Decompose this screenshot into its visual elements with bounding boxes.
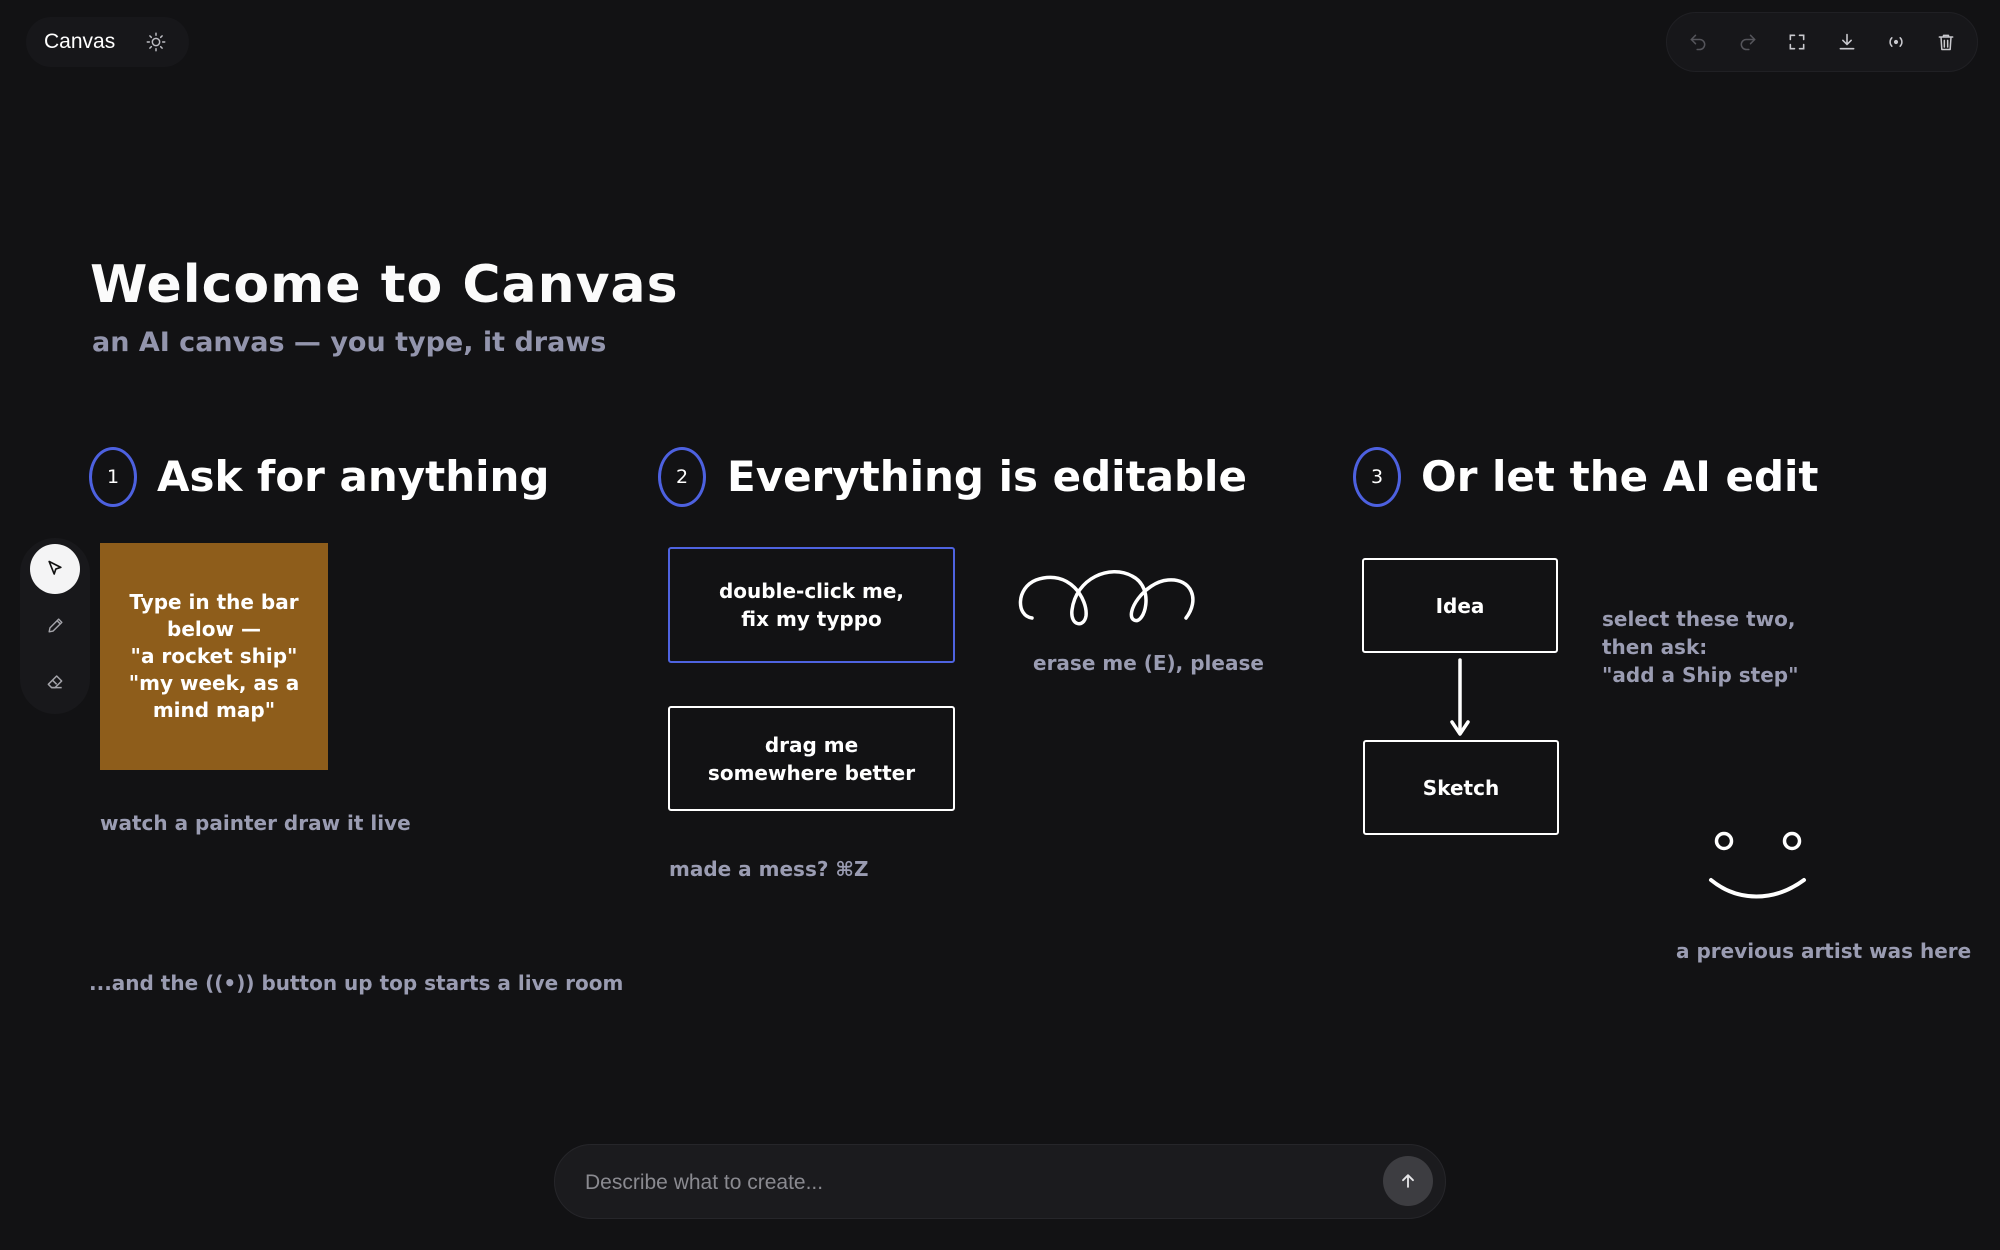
arrow-up-icon <box>1402 1174 1414 1188</box>
flow-arrow[interactable] <box>1445 658 1475 740</box>
step-1-heading[interactable]: Ask for anything <box>157 452 549 501</box>
undo-caption[interactable]: made a mess? ⌘Z <box>669 857 868 881</box>
drag-box[interactable]: drag me somewhere better <box>668 706 955 811</box>
canvas-subtitle[interactable]: an AI canvas — you type, it draws <box>92 327 606 358</box>
canvas-title[interactable]: Welcome to Canvas <box>90 255 679 315</box>
live-room-icon[interactable] <box>1878 24 1914 60</box>
sticky-note[interactable]: Type in the bar below — "a rocket ship" … <box>100 543 328 770</box>
trash-icon[interactable] <box>1928 24 1964 60</box>
painter-caption[interactable]: watch a painter draw it live <box>100 811 411 835</box>
step-2-number-circle[interactable]: 2 <box>658 447 706 507</box>
artist-caption[interactable]: a previous artist was here <box>1676 939 1971 963</box>
erase-caption[interactable]: erase me (E), please <box>1033 651 1264 675</box>
prompt-input[interactable] <box>583 1145 1347 1220</box>
select-cursor-icon[interactable] <box>30 544 80 594</box>
step-1-number: 1 <box>106 466 120 488</box>
top-toolbar <box>1666 12 1978 72</box>
eraser-icon[interactable] <box>30 656 80 706</box>
step-3-heading[interactable]: Or let the AI edit <box>1421 452 1818 501</box>
ai-instruction[interactable]: select these two, then ask: "add a Ship … <box>1602 605 1799 689</box>
smiley-drawing[interactable] <box>1702 822 1812 902</box>
tool-rail <box>20 538 90 714</box>
send-button[interactable] <box>1383 1156 1433 1206</box>
flow-node-sketch[interactable]: Sketch <box>1363 740 1559 835</box>
pencil-icon[interactable] <box>30 600 80 650</box>
flow-node-idea[interactable]: Idea <box>1362 558 1558 653</box>
step-3-number: 3 <box>1370 466 1384 488</box>
typo-box[interactable]: double-click me, fix my typpo <box>668 547 955 663</box>
undo-icon[interactable] <box>1680 24 1716 60</box>
redo-icon[interactable] <box>1730 24 1766 60</box>
squiggle-drawing[interactable] <box>1010 560 1210 630</box>
step-3-number-circle[interactable]: 3 <box>1353 447 1401 507</box>
prompt-bar <box>554 1144 1446 1220</box>
app-title: Canvas <box>44 30 116 53</box>
download-icon[interactable] <box>1829 24 1865 60</box>
live-room-caption[interactable]: ...and the ((•)) button up top starts a … <box>89 971 623 995</box>
fullscreen-icon[interactable] <box>1779 24 1815 60</box>
step-1-number-circle[interactable]: 1 <box>89 447 137 507</box>
step-2-number: 2 <box>675 466 689 488</box>
step-2-heading[interactable]: Everything is editable <box>727 452 1247 501</box>
sun-icon[interactable] <box>145 31 167 53</box>
brand-bar: Canvas <box>26 17 190 67</box>
